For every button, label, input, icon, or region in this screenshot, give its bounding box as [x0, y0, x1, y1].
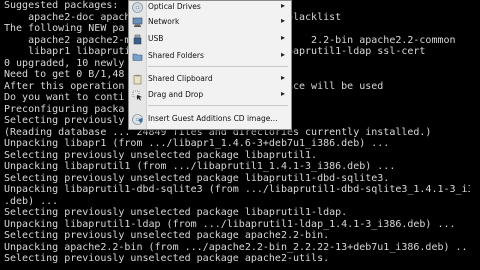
submenu-arrow-icon: ▸	[280, 16, 285, 25]
terminal-line: Selecting previously unselected package …	[4, 172, 390, 184]
terminal-line: Unpacking libaprutil1-dbd-sqlite3 (from …	[4, 184, 480, 195]
menu-item-shared-folders[interactable]: Shared Folders ▸	[129, 49, 291, 64]
menu-item-insert-guest-additions[interactable]: Insert Guest Additions CD image...	[129, 112, 291, 127]
submenu-arrow-icon: ▸	[280, 89, 285, 98]
terminal-line: Selecting previously unselected package …	[4, 230, 330, 241]
optical-drive-icon	[132, 2, 143, 13]
menu-item-usb[interactable]: USB ▸	[129, 32, 291, 47]
menu-item-label: Insert Guest Additions CD image...	[148, 114, 278, 123]
submenu-arrow-icon: ▸	[280, 73, 285, 82]
menu-item-label: Shared Clipboard	[148, 74, 213, 83]
terminal-line: Unpacking libapr1 (from .../libapr1_1.4.…	[4, 138, 390, 149]
menu-item-label: Shared Folders	[148, 51, 204, 60]
menu-separator	[148, 105, 288, 106]
submenu-arrow-icon: ▸	[280, 1, 285, 10]
menu-item-drag-and-drop[interactable]: Drag and Drop ▸	[129, 88, 291, 103]
network-icon	[132, 17, 143, 28]
terminal-line: Unpacking apache2.2-bin (from .../apache…	[4, 241, 474, 253]
menu-item-label: Drag and Drop	[148, 90, 204, 99]
drag-drop-icon	[132, 90, 143, 101]
menu-item-label: Network	[148, 17, 180, 26]
guest-additions-cd-icon	[132, 114, 143, 125]
menu-item-label: USB	[148, 34, 164, 43]
terminal-scroll-edge	[470, 0, 480, 270]
terminal-line: Selecting previously unselected package …	[4, 149, 318, 161]
devices-context-menu: Optical Drives ▸ Network ▸ USB ▸ Shared …	[128, 0, 292, 130]
terminal-line: Selecting previously unselected package …	[4, 207, 348, 218]
terminal-line: Selecting previously unselected package …	[4, 253, 330, 264]
shared-folder-icon	[132, 51, 143, 62]
terminal-line: Unpacking libaprutil1-ldap (from .../lib…	[4, 218, 456, 230]
submenu-arrow-icon: ▸	[280, 33, 285, 42]
menu-item-optical-drives[interactable]: Optical Drives ▸	[129, 0, 291, 15]
menu-item-shared-clipboard[interactable]: Shared Clipboard ▸	[129, 72, 291, 87]
terminal-line: Unpacking libaprutil1 (from .../libaprut…	[4, 161, 396, 172]
menu-item-label: Optical Drives	[148, 2, 201, 11]
menu-item-network[interactable]: Network ▸	[129, 15, 291, 30]
submenu-arrow-icon: ▸	[280, 50, 285, 59]
terminal-line: .deb) ...	[4, 195, 59, 207]
menu-separator	[148, 66, 288, 67]
clipboard-icon	[132, 74, 143, 85]
usb-icon	[132, 34, 143, 45]
